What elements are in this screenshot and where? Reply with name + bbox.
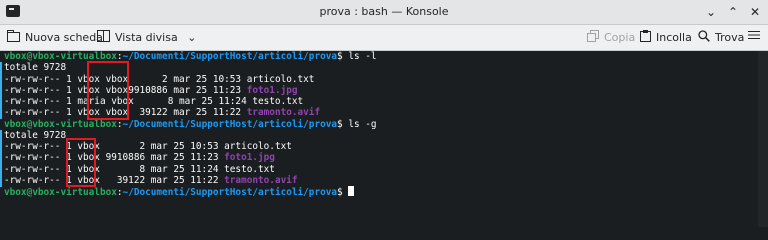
group-highlight-box: [87, 61, 129, 120]
copy-label: Copia: [604, 31, 636, 44]
prompt-line: vbox@vbox-virtualbox:~/Documenti/Support…: [4, 118, 377, 130]
copy-icon: [587, 29, 599, 47]
file-entry: -rw-rw-r-- 1 vbox 9910886 mar 25 11:23 f…: [4, 152, 758, 163]
entry-filename: tramonto.avif: [224, 174, 298, 186]
entry-filename: foto1.jpg: [224, 152, 275, 164]
search-icon: [698, 29, 710, 47]
entry-details: 8 mar 25 11:24: [99, 163, 225, 175]
selection-marker: [0, 130, 2, 187]
find-label: Trova: [715, 31, 745, 44]
new-tab-label: Nuova scheda: [25, 31, 103, 44]
paste-button[interactable]: Incolla: [640, 29, 692, 46]
chevron-down-icon: ⌄: [187, 31, 197, 44]
hamburger-menu-icon: [748, 31, 760, 44]
entry-details: 39122 mar 25 11:22: [128, 107, 247, 119]
prompt-path: ~/Documenti/SupportHost/articoli/prova: [122, 187, 338, 198]
entry-filename: testo.txt: [252, 96, 304, 107]
new-tab-icon: [7, 29, 20, 47]
entry-details: 2 mar 25 10:53: [99, 141, 225, 152]
toolbar: Nuova scheda Vista divisa ⌄ Copia Incoll…: [0, 25, 768, 51]
close-icon[interactable]: ✕: [746, 3, 764, 21]
menu-button[interactable]: [748, 29, 760, 46]
window-title: prova : bash — Konsole: [319, 5, 449, 18]
command-text: ls -l: [348, 51, 377, 62]
new-tab-button[interactable]: Nuova scheda: [7, 29, 103, 46]
minimize-icon[interactable]: ⌄: [702, 3, 720, 21]
prompt-user: vbox@vbox-virtualbox: [4, 187, 117, 198]
prompt-line: vbox@vbox-virtualbox:~/Documenti/Support…: [4, 186, 758, 198]
entry-details: 2 mar 25 10:53: [128, 73, 247, 85]
entry-filename: tramonto.avif: [246, 107, 321, 119]
entry-filename: articolo.txt: [224, 141, 292, 152]
total-line: totale 9728: [4, 129, 67, 141]
file-entry: -rw-rw-r-- 1 vbox 8 mar 25 11:24 testo.t…: [4, 164, 758, 175]
maximize-icon[interactable]: ⌃: [724, 3, 742, 21]
entry-filename: articolo.txt: [246, 73, 315, 85]
paste-label: Incolla: [656, 31, 692, 44]
entry-details: 9910886 mar 25 11:23: [99, 152, 225, 164]
entry-details: 9910886 mar 25 11:23: [128, 84, 247, 96]
split-view-icon: [97, 29, 110, 47]
entry-details: 39122 mar 25 11:22: [99, 174, 225, 186]
entry-filename: foto1.jpg: [246, 84, 298, 96]
copy-button[interactable]: Copia: [587, 29, 635, 46]
command-text: ls -g: [348, 118, 377, 130]
scrollbar[interactable]: [758, 51, 768, 227]
file-entry: -rw-rw-r-- 1 vbox 2 mar 25 10:53 articol…: [4, 141, 758, 152]
entry-filename: testo.txt: [224, 163, 275, 175]
split-view-label: Vista divisa: [115, 31, 178, 44]
find-button[interactable]: Trova: [698, 29, 744, 46]
file-entry: -rw-rw-r-- 1 vbox 39122 mar 25 11:22 tra…: [4, 175, 758, 186]
selection-marker: [0, 62, 2, 119]
prompt-path: ~/Documenti/SupportHost/articoli/prova: [122, 51, 338, 62]
title-bar: prova : bash — Konsole ⌄ ⌃ ✕: [0, 0, 768, 25]
prompt-path: ~/Documenti/SupportHost/articoli/prova: [122, 118, 338, 130]
text-cursor: [348, 186, 355, 196]
split-view-button[interactable]: Vista divisa ⌄: [97, 29, 196, 46]
prompt-user: vbox@vbox-virtualbox: [4, 118, 117, 130]
paste-icon: [640, 29, 651, 47]
entry-details: 8 mar 25 11:24: [133, 96, 253, 107]
group-highlight-box: [66, 138, 96, 187]
